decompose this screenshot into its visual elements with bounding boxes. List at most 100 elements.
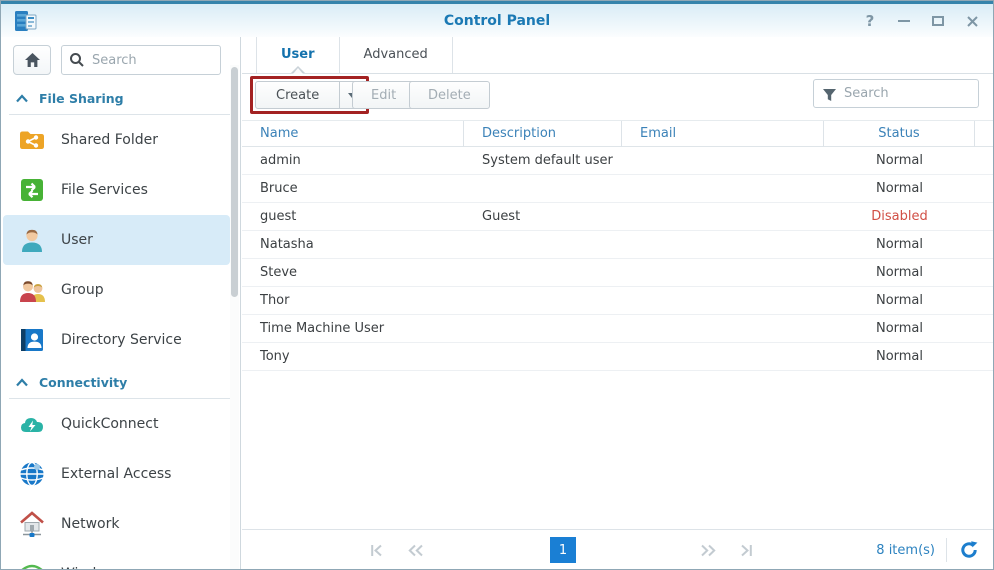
cell-email — [622, 287, 824, 314]
search-icon — [69, 52, 85, 72]
sidebar-item-quickconnect[interactable]: QuickConnect — [3, 399, 230, 449]
cell-status: Disabled — [871, 209, 928, 224]
group-icon — [18, 276, 46, 304]
section-connectivity[interactable]: Connectivity — [1, 365, 240, 396]
edit-button[interactable]: Edit — [352, 81, 416, 109]
table-row[interactable]: Steve Normal — [242, 259, 993, 287]
create-split-button: Create — [255, 81, 365, 109]
table-header: Name Description Email Status — [242, 120, 993, 147]
file-services-icon — [18, 176, 46, 204]
column-header-email[interactable]: Email — [622, 121, 824, 147]
quickconnect-icon — [18, 410, 46, 438]
cell-name: Natasha — [260, 237, 314, 252]
next-page-icon[interactable] — [700, 543, 718, 557]
sidebar-item-label: Directory Service — [61, 332, 182, 348]
cell-name: Steve — [260, 265, 298, 280]
cell-description — [464, 175, 622, 202]
home-icon — [24, 53, 40, 67]
cell-description — [464, 259, 622, 286]
sidebar-scrollbar[interactable] — [230, 65, 239, 569]
sidebar-item-label: External Access — [61, 466, 172, 482]
maximize-icon[interactable] — [929, 12, 947, 30]
sidebar-item-group[interactable]: Group — [3, 265, 230, 315]
external-access-icon — [18, 460, 46, 488]
shared-folder-icon — [18, 126, 46, 154]
sidebar-item-shared-folder[interactable]: Shared Folder — [3, 115, 230, 165]
sidebar-item-file-services[interactable]: File Services — [3, 165, 230, 215]
pagination-bar: 1 8 item(s) — [242, 529, 993, 569]
sidebar-item-external-access[interactable]: External Access — [3, 449, 230, 499]
filter-icon — [822, 87, 837, 106]
cell-email — [622, 203, 824, 230]
sidebar-item-wireless[interactable]: Wireless — [3, 549, 230, 569]
cell-email — [622, 259, 824, 286]
chevron-up-icon — [16, 378, 28, 387]
section-file-sharing[interactable]: File Sharing — [1, 81, 240, 112]
cell-email — [622, 231, 824, 258]
active-tab-notch — [292, 68, 303, 74]
cell-email — [622, 147, 824, 174]
previous-page-icon[interactable] — [408, 543, 426, 557]
sidebar-item-label: Wireless — [61, 566, 120, 569]
help-icon[interactable] — [861, 12, 879, 30]
cell-description: Guest — [482, 209, 521, 224]
cell-description — [464, 287, 622, 314]
column-header-description[interactable]: Description — [464, 121, 622, 147]
sidebar-item-label: Group — [61, 282, 104, 298]
sidebar-item-label: QuickConnect — [61, 416, 159, 432]
create-button[interactable]: Create — [255, 81, 341, 109]
sidebar: File Sharing Shared Folder — [1, 37, 241, 569]
close-icon[interactable] — [963, 12, 981, 30]
wireless-icon — [18, 560, 46, 569]
last-page-icon[interactable] — [738, 543, 756, 557]
home-button[interactable] — [13, 45, 51, 75]
current-page[interactable]: 1 — [550, 537, 576, 563]
cell-name: Tony — [260, 349, 290, 364]
delete-button[interactable]: Delete — [409, 81, 490, 109]
section-label: Connectivity — [39, 375, 128, 390]
table-row[interactable]: Bruce Normal — [242, 175, 993, 203]
column-header-name[interactable]: Name — [242, 121, 464, 147]
items-count: 8 item(s) — [876, 543, 935, 558]
section-label: File Sharing — [39, 91, 124, 106]
cell-status: Normal — [875, 265, 924, 280]
cell-email — [622, 343, 824, 370]
tab-bar: User Advanced — [242, 37, 993, 74]
tab-user[interactable]: User — [256, 37, 339, 74]
sidebar-search — [61, 45, 221, 75]
refresh-icon[interactable] — [959, 540, 979, 560]
table-search-input[interactable] — [813, 79, 979, 108]
sidebar-scrollbar-thumb[interactable] — [231, 67, 238, 297]
sidebar-item-network[interactable]: Network — [3, 499, 230, 549]
sidebar-item-directory-service[interactable]: Directory Service — [3, 315, 230, 365]
cell-name: Bruce — [260, 181, 298, 196]
table-row[interactable]: guest Guest Disabled — [242, 203, 993, 231]
minimize-icon[interactable] — [895, 12, 913, 30]
user-icon — [18, 226, 46, 254]
cell-email — [622, 175, 824, 202]
table-row[interactable]: Time Machine User Normal — [242, 315, 993, 343]
table-row[interactable]: Thor Normal — [242, 287, 993, 315]
main-panel: User Advanced Create Edit Delete Search … — [242, 37, 993, 569]
toolbar: Create Edit Delete — [242, 76, 993, 116]
cell-description — [464, 231, 622, 258]
cell-description — [464, 343, 622, 370]
first-page-icon[interactable] — [370, 543, 388, 557]
sidebar-item-label: Network — [61, 516, 120, 532]
sidebar-item-user[interactable]: User — [3, 215, 230, 265]
sidebar-header — [1, 37, 240, 81]
tab-label: Advanced — [363, 47, 428, 62]
pagination-controls: 1 — [370, 530, 756, 569]
column-header-status[interactable]: Status — [824, 121, 975, 147]
cell-status: Normal — [875, 321, 924, 336]
cell-email — [622, 315, 824, 342]
tab-advanced[interactable]: Advanced — [338, 37, 453, 73]
table-row[interactable]: admin System default user Normal — [242, 147, 993, 175]
sidebar-search-input[interactable] — [61, 45, 221, 75]
sidebar-item-label: User — [61, 232, 93, 248]
cell-name: admin — [260, 153, 301, 168]
table-row[interactable]: Natasha Normal — [242, 231, 993, 259]
cell-description — [464, 315, 622, 342]
cell-status: Normal — [875, 237, 924, 252]
table-row[interactable]: Tony Normal — [242, 343, 993, 371]
